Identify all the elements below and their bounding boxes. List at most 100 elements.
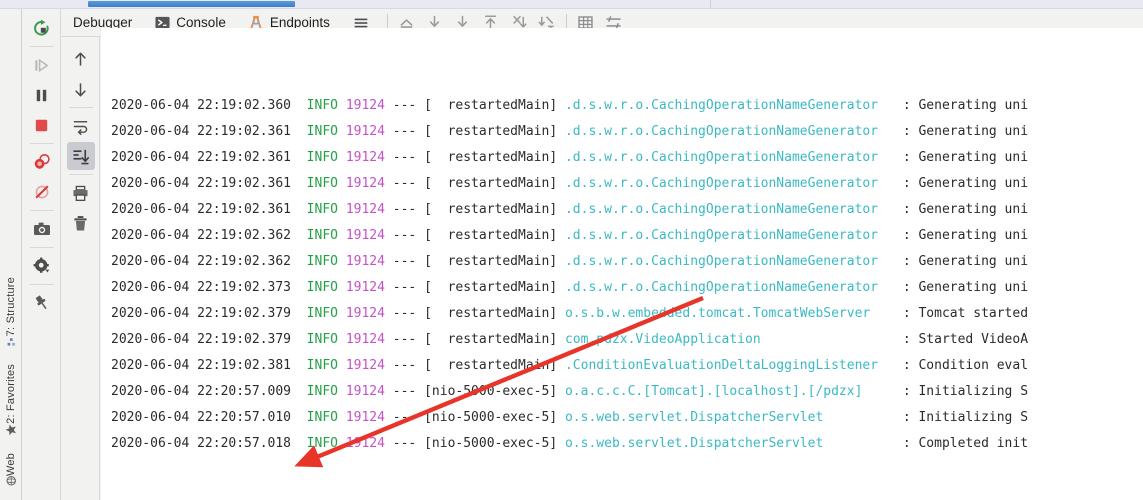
log-level: INFO xyxy=(306,436,338,451)
print-icon[interactable] xyxy=(67,179,95,207)
log-thread: [nio-5000-exec-5] xyxy=(424,410,558,425)
toolbar-separator xyxy=(29,143,54,144)
log-pid: 19124 xyxy=(345,358,385,373)
toolbar-separator xyxy=(29,247,54,248)
intellij-debug-console-window: Web 2: Favorites 7: Structure Debugger C… xyxy=(0,0,1143,500)
log-message: : Started VideoA xyxy=(902,332,1029,347)
log-logger: o.s.b.w.embedded.tomcat.TomcatWebServer xyxy=(564,306,871,321)
tool-window-button-favorites[interactable]: 2: Favorites xyxy=(5,358,17,447)
log-timestamp: 2020-06-04 22:19:02.379 xyxy=(111,332,292,347)
log-level: INFO xyxy=(306,228,338,243)
view-breakpoints-icon[interactable] xyxy=(28,148,56,176)
toolbar-separator xyxy=(68,107,93,108)
screenshot-icon[interactable] xyxy=(28,215,56,243)
log-line: 2020-06-04 22:19:02.373 INFO 19124 --- [… xyxy=(101,275,1143,301)
stop-icon[interactable] xyxy=(28,111,56,139)
log-timestamp: 2020-06-04 22:19:02.379 xyxy=(111,306,292,321)
scroll-up-icon[interactable] xyxy=(67,45,95,73)
log-message: : Generating uni xyxy=(902,150,1029,165)
log-level: INFO xyxy=(306,176,338,191)
log-pid: 19124 xyxy=(345,436,385,451)
tool-window-label-favorites: 2: Favorites xyxy=(5,364,17,424)
log-thread: [ restartedMain] xyxy=(424,98,558,113)
log-separator: --- xyxy=(392,280,417,295)
soft-wrap-icon[interactable] xyxy=(67,112,95,140)
log-thread: [ restartedMain] xyxy=(424,150,558,165)
log-separator: --- xyxy=(393,80,416,81)
log-line: 2020-06-04 22:19:02.362 INFO 19124 --- [… xyxy=(101,249,1143,275)
log-thread: [nio-5000-exec-5] xyxy=(424,436,558,451)
log-timestamp: 2020-06-04 22:19:02.354 xyxy=(111,80,291,81)
log-pid: 19124 xyxy=(345,124,385,139)
log-thread: [ restartedMain] xyxy=(424,202,558,217)
log-logger: com.pdzx.VideoApplication xyxy=(564,332,761,347)
toolbar-separator xyxy=(68,174,93,175)
log-message: : Generating uni xyxy=(902,280,1029,295)
log-logger: .d.s.w.r.o.CachingOperationNameGenerator xyxy=(564,124,879,139)
log-logger: .d.s.w.r.o.CachingOperationNameGenerator xyxy=(564,254,879,269)
log-level: INFO xyxy=(306,332,338,347)
log-separator: --- xyxy=(392,98,417,113)
log-level: INFO xyxy=(306,98,338,113)
log-separator: --- xyxy=(392,228,417,243)
tool-window-button-web[interactable]: Web xyxy=(5,447,17,498)
log-message: : Generating uni xyxy=(902,176,1029,191)
settings-gear-icon[interactable] xyxy=(28,252,56,280)
clear-all-icon[interactable] xyxy=(67,209,95,237)
log-pid: 19124 xyxy=(345,306,385,321)
scroll-down-icon[interactable] xyxy=(67,75,95,103)
log-line: 2020-06-04 22:19:02.361 INFO 19124 --- [… xyxy=(101,197,1143,223)
log-thread: [ restartedMain] xyxy=(424,254,558,269)
log-pid: 19124 xyxy=(345,228,385,243)
log-message: : Completed init xyxy=(902,436,1029,451)
log-logger: o.s.web.servlet.DispatcherServlet xyxy=(564,436,824,451)
tool-window-button-structure[interactable]: 7: Structure xyxy=(5,271,17,358)
log-thread: [ restartedMain] xyxy=(424,306,558,321)
log-thread: [ restartedMain] xyxy=(424,124,558,139)
log-timestamp: 2020-06-04 22:19:02.362 xyxy=(111,254,292,269)
resume-program-icon[interactable] xyxy=(28,51,56,79)
log-timestamp: 2020-06-04 22:19:02.362 xyxy=(111,228,292,243)
log-timestamp: 2020-06-04 22:19:02.361 xyxy=(111,176,292,191)
log-logger: .ConditionEvaluationDeltaLoggingListener xyxy=(564,358,879,373)
scrollbar-divider xyxy=(710,0,711,9)
log-timestamp: 2020-06-04 22:19:02.361 xyxy=(111,150,292,165)
log-message: : Tomcat started xyxy=(902,306,1029,321)
rerun-icon[interactable] xyxy=(28,14,56,42)
tool-window-label-structure: 7: Structure xyxy=(5,276,17,337)
log-message: : Generating uni xyxy=(902,202,1029,217)
log-pid: 19124 xyxy=(345,384,385,399)
log-message: : Scanning for a xyxy=(903,80,1028,81)
log-pid: 19124 xyxy=(345,280,385,295)
log-level: INFO xyxy=(306,358,338,373)
log-logger: o.s.web.servlet.DispatcherServlet xyxy=(564,410,824,425)
log-thread: [ restartedMain] xyxy=(424,228,558,243)
scrollbar-thumb[interactable] xyxy=(88,1,295,7)
tool-window-label-web: Web xyxy=(5,452,17,476)
scroll-to-end-icon[interactable] xyxy=(66,142,95,170)
log-level: INFO xyxy=(306,254,338,269)
log-line: 2020-06-04 22:19:02.354 INFO 19124 --- [… xyxy=(101,80,1143,93)
log-timestamp: 2020-06-04 22:20:57.009 xyxy=(111,384,292,399)
log-line: 2020-06-04 22:19:02.379 INFO 19124 --- [… xyxy=(101,327,1143,353)
log-pid: 19124 xyxy=(345,410,385,425)
log-timestamp: 2020-06-04 22:19:02.381 xyxy=(111,358,292,373)
log-message: : Condition eval xyxy=(902,358,1029,373)
log-level: INFO xyxy=(306,410,338,425)
log-thread: [ restartedMain] xyxy=(424,332,558,347)
pause-program-icon[interactable] xyxy=(28,81,56,109)
pin-tab-icon[interactable] xyxy=(28,289,56,317)
horizontal-scrollbar[interactable] xyxy=(0,0,1143,9)
star-icon xyxy=(5,424,17,436)
log-separator: --- xyxy=(392,410,417,425)
web-icon xyxy=(6,476,17,488)
log-separator: --- xyxy=(392,306,417,321)
log-timestamp: 2020-06-04 22:19:02.361 xyxy=(111,124,292,139)
log-message: : Generating uni xyxy=(902,124,1029,139)
mute-breakpoints-icon[interactable] xyxy=(28,178,56,206)
log-thread: [ restartedMain] xyxy=(424,358,558,373)
log-timestamp: 2020-06-04 22:19:02.360 xyxy=(111,98,292,113)
log-separator: --- xyxy=(392,150,417,165)
console-output[interactable]: 2020-06-04 22:19:02.354 INFO 19124 --- [… xyxy=(101,28,1143,500)
tool-window-left-bar: Web 2: Favorites 7: Structure xyxy=(0,9,22,500)
